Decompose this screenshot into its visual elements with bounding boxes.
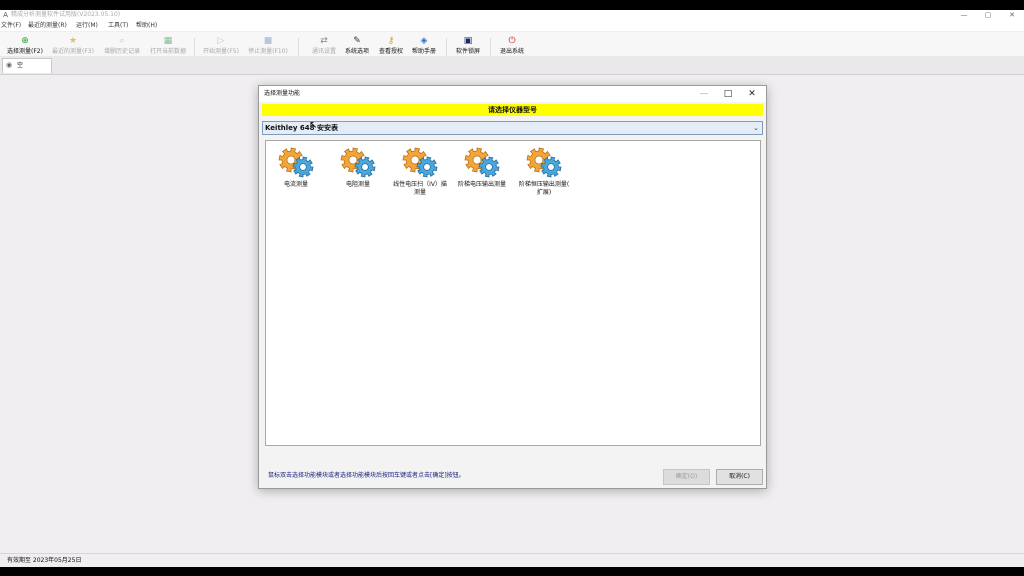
- chevron-down-icon[interactable]: ⌄: [751, 122, 761, 134]
- toolbar-label: 最近的测量(F3): [52, 48, 94, 55]
- function-list: 电流测量 电阻测量 线性电压扫（IV）描 测量 阶梯电压输出测量 阶梯恒压输出测…: [265, 140, 761, 446]
- function-step-voltage-measurement[interactable]: 阶梯电压输出测量: [452, 147, 512, 189]
- maximize-button[interactable]: ▢: [976, 10, 1000, 21]
- toolbar-label: 系统选项: [344, 48, 369, 55]
- app-icon: A: [3, 11, 8, 19]
- help-book-icon: ◈: [420, 36, 428, 46]
- wrench-icon: ✎: [353, 36, 361, 46]
- close-button[interactable]: ✕: [1000, 10, 1024, 21]
- key-icon: ⚷: [387, 36, 395, 46]
- window-title: 精成分析测量软件试用版(V2023.05.10): [11, 11, 121, 18]
- dialog-maximize-button[interactable]: □: [716, 87, 740, 101]
- toolbar-label: 软件锁屏: [455, 48, 480, 55]
- tab-label: 空: [17, 62, 24, 69]
- toolbar-label: 打开当前数据: [149, 48, 186, 55]
- menu-tools[interactable]: 工具(T): [108, 22, 128, 30]
- menu-help[interactable]: 帮助(H): [136, 22, 157, 30]
- dialog-close-button[interactable]: ✕: [740, 87, 764, 101]
- menu-file[interactable]: 文件(F): [1, 22, 21, 30]
- gear-icon: [340, 147, 376, 178]
- tab-empty[interactable]: ◉ 空: [2, 58, 52, 73]
- function-label: 电流测量: [283, 181, 308, 188]
- gear-icon: [402, 147, 438, 178]
- toolbar-label: 通讯设置: [311, 48, 336, 55]
- instrument-select-value: Keithley 648 安安表: [265, 124, 338, 132]
- gear-icon: [464, 147, 500, 178]
- function-label: 线性电压扫（IV）描 测量: [393, 181, 447, 196]
- toolbar-label: 开始测量(F5): [203, 48, 239, 55]
- menu-bar: 文件(F) 最近的测量(R) 运行(M) 工具(T) 帮助(H): [0, 21, 1024, 31]
- monitor-lock-icon: ▣: [463, 36, 473, 46]
- function-label: 阶梯电压输出测量: [457, 181, 506, 188]
- stop-icon: ■: [263, 36, 273, 46]
- star-icon: ★: [68, 36, 78, 46]
- select-measurement-dialog: 选择测量功能 — □ ✕ 请选择仪器型号 Keithley 648 安安表 ↖ …: [258, 85, 767, 489]
- instrument-select[interactable]: Keithley 648 安安表 ↖ ⌄: [262, 121, 763, 135]
- ok-button[interactable]: 确定(O): [663, 469, 710, 485]
- link-icon: ⇄: [320, 36, 328, 46]
- instrument-prompt-banner: 请选择仪器型号: [262, 104, 763, 116]
- cancel-button[interactable]: 取消(C): [716, 469, 763, 485]
- minimize-button[interactable]: —: [952, 10, 976, 21]
- dialog-title: 选择测量功能: [264, 90, 301, 97]
- dialog-title-bar: 选择测量功能 — □ ✕: [259, 86, 766, 102]
- application-window: A 精成分析测量软件试用版(V2023.05.10) — ▢ ✕ 文件(F) 最…: [0, 10, 1024, 567]
- gear-icon: [526, 147, 562, 178]
- dialog-hint-text: 鼠标双击选择功能模块或者选择功能模块后按回车键或者点击[确定]按钮。: [268, 472, 465, 479]
- toolbar-label: 帮助手册: [411, 48, 436, 55]
- toolbar-label: 停止测量(F10): [248, 48, 288, 55]
- toolbar-label: 退出系统: [499, 48, 524, 55]
- play-icon: ▷: [217, 36, 225, 46]
- toolbar-label: 选择测量(F2): [7, 48, 43, 55]
- eye-icon: ◉: [6, 61, 13, 69]
- toolbar-separator: [490, 38, 491, 58]
- document-tabs: ◉ 空: [0, 56, 1024, 75]
- function-label: 阶梯恒压输出测量( 扩展): [518, 181, 570, 196]
- menu-run[interactable]: 运行(M): [76, 22, 98, 30]
- toolbar-separator: [194, 38, 195, 58]
- toolbar-separator: [446, 38, 447, 58]
- excel-icon: ▦: [163, 36, 173, 46]
- function-label: 电阻测量: [345, 181, 370, 188]
- function-iv-sweep-measurement[interactable]: 线性电压扫（IV）描 测量: [390, 147, 450, 197]
- status-bar: 有效期至 2023年05月25日: [0, 553, 1024, 567]
- dialog-minimize-button[interactable]: —: [692, 87, 716, 101]
- toolbar-label: 增删历史记录: [103, 48, 140, 55]
- function-current-measurement[interactable]: 电流测量: [266, 147, 326, 189]
- menu-recent[interactable]: 最近的测量(R): [28, 22, 67, 30]
- function-step-constant-voltage-measurement[interactable]: 阶梯恒压输出测量( 扩展): [514, 147, 574, 197]
- mouse-cursor-icon: ↖: [309, 120, 318, 131]
- gear-icon: [278, 147, 314, 178]
- toolbar-separator: [298, 38, 299, 58]
- exit-icon: ⏻: [508, 36, 516, 46]
- title-bar: A 精成分析测量软件试用版(V2023.05.10) — ▢ ✕: [0, 10, 1024, 21]
- license-expiry-text: 有效期至 2023年05月25日: [7, 557, 82, 564]
- function-resistance-measurement[interactable]: 电阻测量: [328, 147, 388, 189]
- toolbar-label: 查看授权: [378, 48, 403, 55]
- search-icon: ⌕: [119, 36, 125, 46]
- add-green-icon: ⊕: [21, 36, 29, 46]
